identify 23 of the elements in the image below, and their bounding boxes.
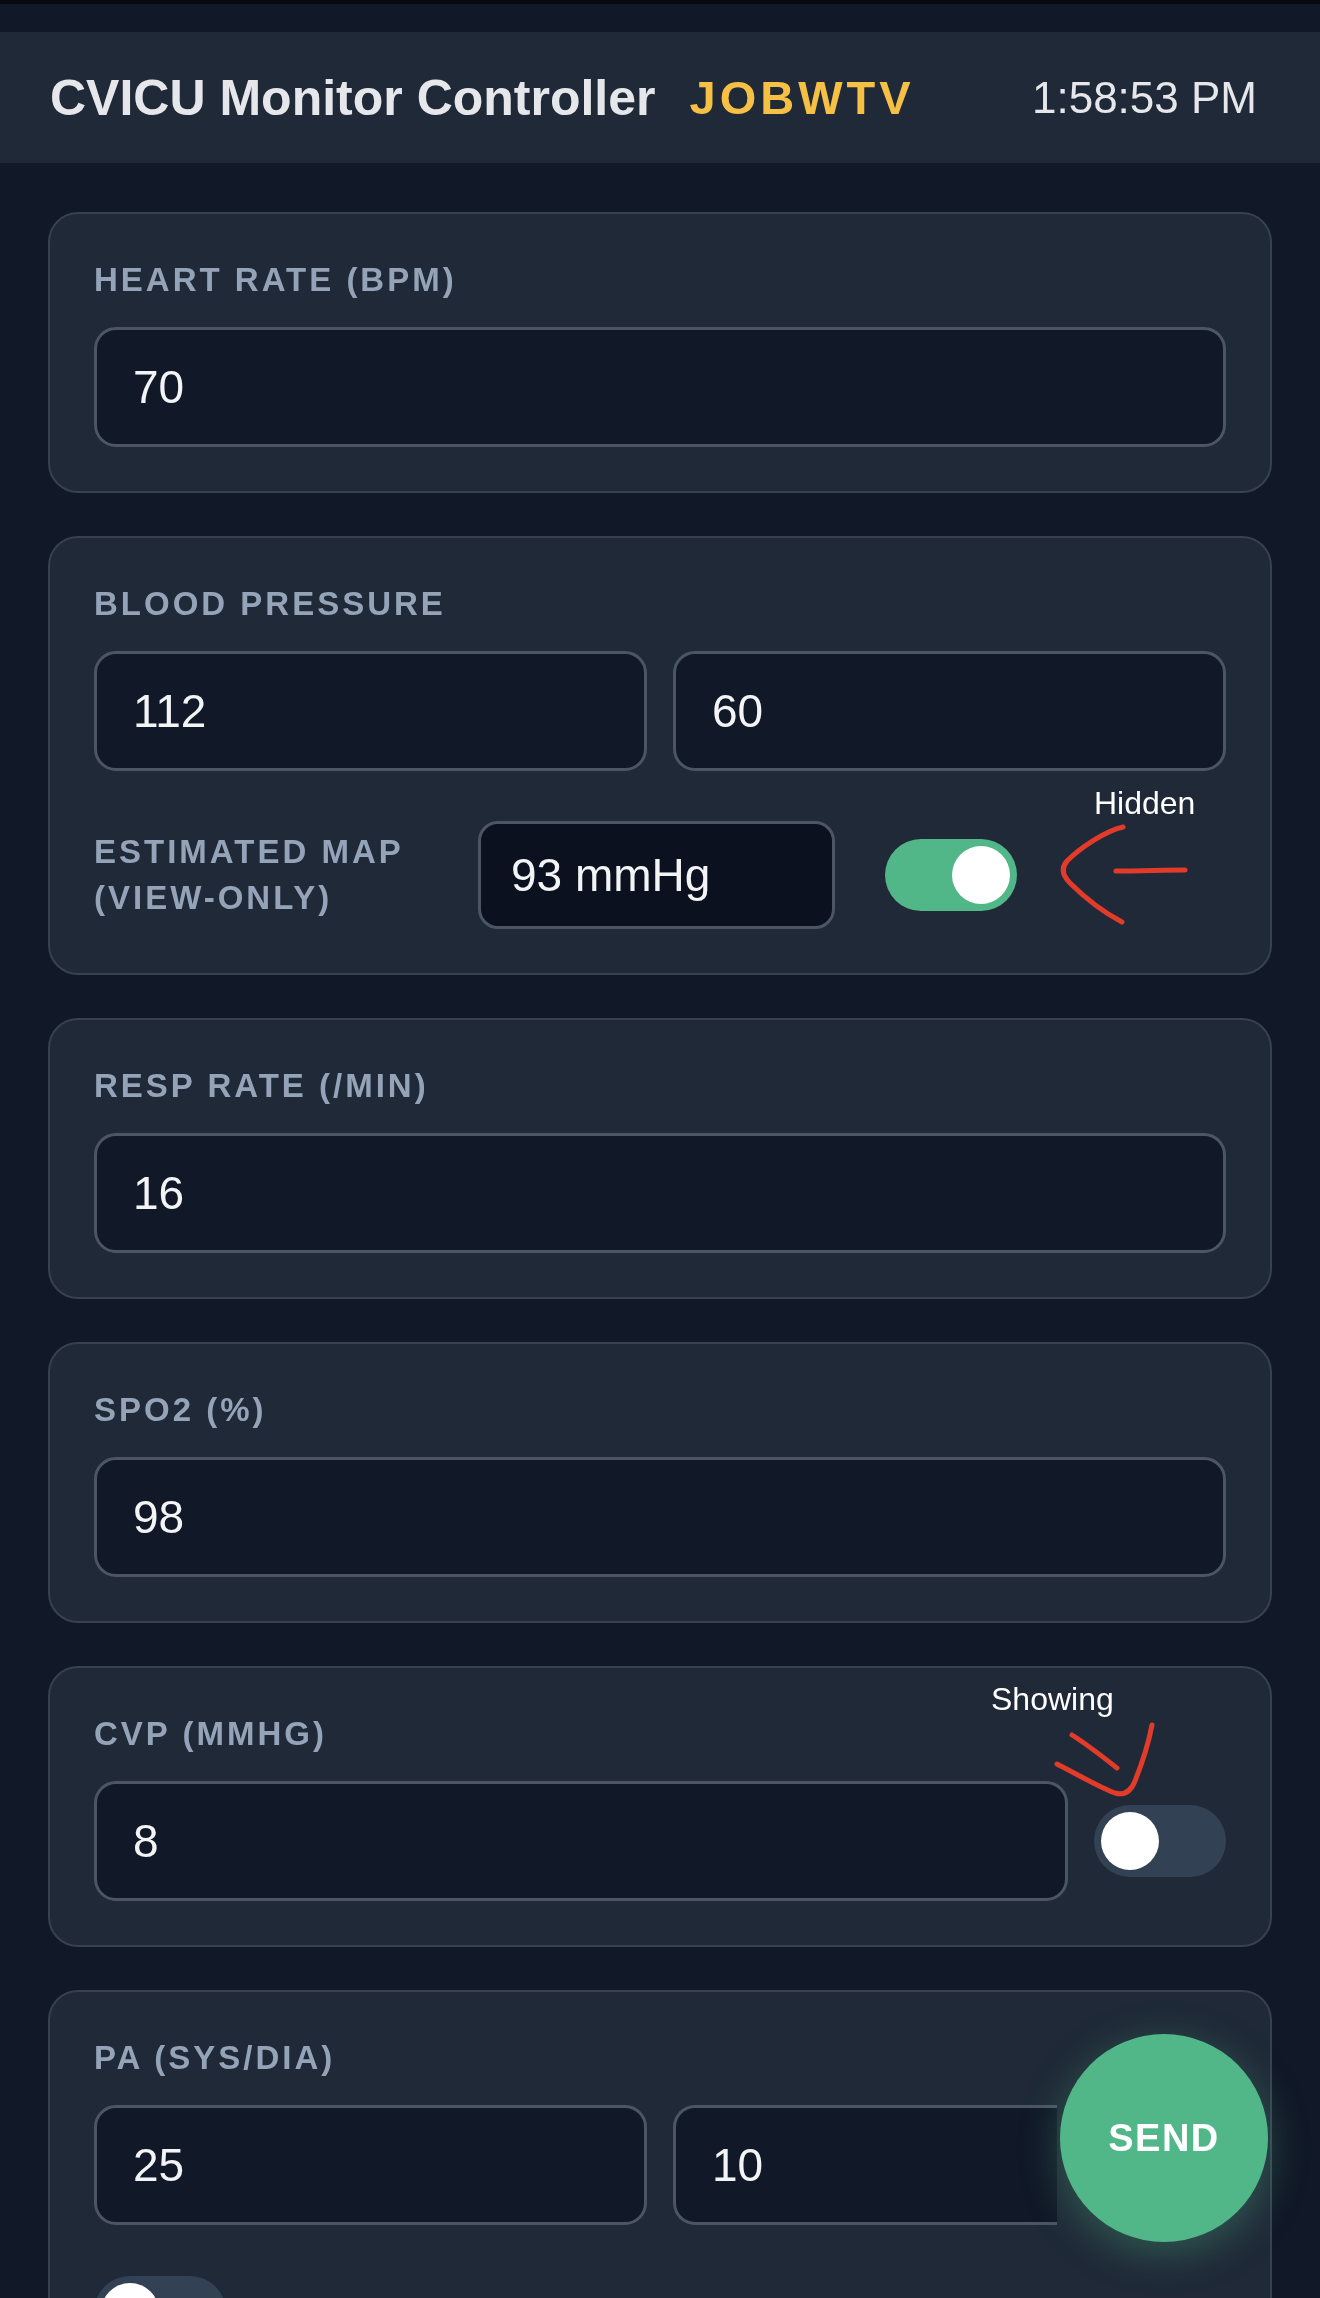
annotation-text: Hidden	[1094, 784, 1196, 822]
checkmark-icon	[1053, 1721, 1156, 1797]
readonly-field: 93 mmHg	[478, 821, 835, 929]
field-label: RESP RATE (/MIN)	[94, 1066, 429, 1106]
number-input[interactable]: 8	[94, 1781, 1068, 1901]
field-label: CVP (MMHG)	[94, 1714, 327, 1754]
number-input[interactable]: 10	[673, 2105, 1057, 2225]
field-label: ESTIMATED MAP (VIEW-ONLY)	[94, 832, 405, 918]
number-input[interactable]: 112	[94, 651, 647, 771]
number-input[interactable]: 60	[673, 651, 1226, 771]
number-input[interactable]: 16	[94, 1133, 1226, 1253]
annotation-text: Showing	[991, 1680, 1114, 1718]
field-label: PA (SYS/DIA)	[94, 2038, 336, 2078]
field-label: HEART RATE (BPM)	[94, 260, 457, 300]
field-label: SPO2 (%)	[94, 1390, 267, 1430]
arrow-icon	[1060, 823, 1190, 927]
number-input[interactable]: 70	[94, 327, 1226, 447]
clock-time: 1:58:53 PM	[1031, 72, 1257, 123]
field-label: BLOOD PRESSURE	[94, 584, 446, 624]
number-input[interactable]: 98	[94, 1457, 1226, 1577]
number-input[interactable]: 25	[94, 2105, 647, 2225]
session-code: JOBWTV	[689, 70, 915, 125]
app-title: CVICU Monitor Controller	[50, 68, 656, 127]
